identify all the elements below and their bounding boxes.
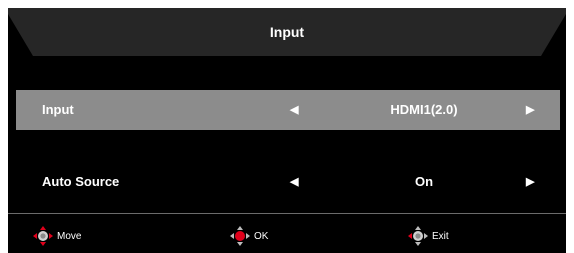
arrow-left-icon[interactable]: ◀ [290, 90, 298, 130]
osd-window: Input Input ◀ HDMI1(2.0) ▶ Auto Source ◀… [8, 8, 566, 253]
menu-row-input[interactable]: Input ◀ HDMI1(2.0) ▶ [16, 90, 560, 130]
arrow-left-icon[interactable]: ◀ [290, 162, 298, 202]
footer-divider [8, 213, 566, 214]
row-value: HDMI1(2.0) [390, 102, 458, 117]
row-label: Auto Source [42, 174, 120, 189]
footer-ok-label: OK [254, 230, 269, 242]
row-label: Input [42, 102, 74, 117]
dpad-icon [408, 226, 428, 246]
dpad-icon [33, 226, 53, 246]
footer-exit-label: Exit [432, 230, 449, 242]
arrow-right-icon[interactable]: ▶ [526, 162, 534, 202]
menu-row-auto-source[interactable]: Auto Source ◀ On ▶ [16, 162, 560, 202]
footer-move: Move [32, 224, 81, 248]
footer-move-label: Move [57, 230, 82, 242]
row-value: On [414, 174, 434, 189]
title-bar: Input [8, 8, 566, 56]
footer-exit: Exit [407, 224, 449, 248]
arrow-right-icon[interactable]: ▶ [526, 90, 534, 130]
footer-ok: OK [229, 224, 268, 248]
page-title: Input [269, 24, 305, 40]
dpad-icon [230, 226, 250, 246]
